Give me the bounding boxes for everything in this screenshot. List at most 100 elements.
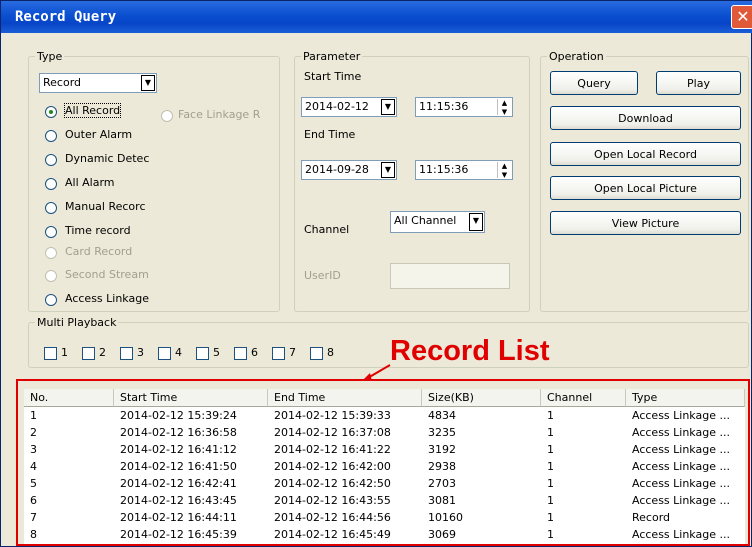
table-cell: 2014-02-12 16:37:08 xyxy=(274,426,391,439)
playback-checkbox[interactable] xyxy=(82,347,95,360)
radio-button[interactable] xyxy=(45,226,57,238)
table-cell: 8 xyxy=(30,528,37,541)
table-row[interactable]: 8 2014-02-12 16:45:39 2014-02-12 16:45:49 3… xyxy=(24,527,745,544)
spin-arrows-icon[interactable]: ▲ ▼ xyxy=(497,162,511,179)
record-query-window: Record Query ✕ Type Record ▼ All Record O… xyxy=(0,0,752,547)
playback-checkbox[interactable] xyxy=(120,347,133,360)
table-cell: 2 xyxy=(30,426,37,439)
table-cell: Access Linkage ... xyxy=(632,409,730,422)
column-header[interactable]: No. xyxy=(24,389,114,407)
table-cell: 1 xyxy=(547,460,554,473)
channel-select[interactable]: All Channel ▼ xyxy=(390,211,485,233)
close-icon[interactable]: ✕ xyxy=(731,5,752,29)
record-list-table[interactable]: No. Start Time End Time Size(KB) Channel Type… xyxy=(24,389,745,544)
playback-checkbox-label: 8 xyxy=(327,346,334,359)
playback-checkbox-label: 5 xyxy=(213,346,220,359)
open-local-record-button[interactable]: Open Local Record xyxy=(550,142,741,166)
table-cell: 3235 xyxy=(428,426,456,439)
table-row[interactable]: 5 2014-02-12 16:42:41 2014-02-12 16:42:50 2… xyxy=(24,476,745,493)
radio-label: Card Record xyxy=(65,245,133,258)
playback-checkbox[interactable] xyxy=(234,347,247,360)
chevron-down-icon[interactable]: ▼ xyxy=(469,213,483,231)
table-cell: 2014-02-12 16:41:12 xyxy=(120,443,237,456)
start-date-value: 2014-02-12 xyxy=(305,100,369,113)
table-cell: Access Linkage ... xyxy=(632,426,730,439)
table-cell: 2014-02-12 15:39:33 xyxy=(274,409,391,422)
radio-face-linkage[interactable] xyxy=(161,110,173,122)
radio-button[interactable] xyxy=(45,270,57,282)
start-time-field[interactable]: 11:15:36 ▲ ▼ xyxy=(415,97,513,117)
type-select-value: Record xyxy=(43,76,82,89)
playback-checkbox[interactable] xyxy=(44,347,57,360)
radio-button[interactable] xyxy=(45,130,57,142)
table-cell: 7 xyxy=(30,511,37,524)
table-row[interactable]: 4 2014-02-12 16:41:50 2014-02-12 16:42:00 2… xyxy=(24,459,745,476)
radio-button[interactable] xyxy=(45,247,57,259)
table-cell: 3192 xyxy=(428,443,456,456)
radio-button[interactable] xyxy=(45,178,57,190)
table-cell: 3081 xyxy=(428,494,456,507)
start-date-picker[interactable]: 2014-02-12 ▼ xyxy=(301,97,397,117)
table-row[interactable]: 7 2014-02-12 16:44:11 2014-02-12 16:44:56 1… xyxy=(24,510,745,527)
table-row[interactable]: 3 2014-02-12 16:41:12 2014-02-12 16:41:22 3… xyxy=(24,442,745,459)
view-picture-button[interactable]: View Picture xyxy=(550,211,741,235)
radio-label: Outer Alarm xyxy=(65,128,133,141)
table-row[interactable]: 2 2014-02-12 16:36:58 2014-02-12 16:37:08 3… xyxy=(24,425,745,442)
playback-checkbox[interactable] xyxy=(272,347,285,360)
download-button[interactable]: Download xyxy=(550,106,741,130)
table-cell: 1 xyxy=(547,477,554,490)
table-cell: 3 xyxy=(30,443,37,456)
table-cell: Access Linkage ... xyxy=(632,443,730,456)
table-cell: 4 xyxy=(30,460,37,473)
play-button[interactable]: Play xyxy=(656,71,741,95)
parameter-legend: Parameter xyxy=(303,50,361,63)
chevron-down-icon[interactable]: ▼ xyxy=(141,75,155,91)
userid-label: UserID xyxy=(304,269,341,282)
end-time-field[interactable]: 11:15:36 ▲ ▼ xyxy=(415,160,513,180)
column-header[interactable]: Type xyxy=(626,389,745,407)
table-cell: Access Linkage ... xyxy=(632,460,730,473)
table-cell: 1 xyxy=(547,426,554,439)
channel-label: Channel xyxy=(304,223,350,236)
playback-checkbox[interactable] xyxy=(310,347,323,360)
column-header[interactable]: End Time xyxy=(268,389,422,407)
chevron-down-icon[interactable]: ▼ xyxy=(381,162,395,178)
column-header[interactable]: Channel xyxy=(541,389,626,407)
userid-input[interactable] xyxy=(390,263,510,289)
table-cell: Access Linkage ... xyxy=(632,494,730,507)
chevron-down-icon[interactable]: ▼ xyxy=(381,99,395,115)
table-cell: 2014-02-12 16:42:00 xyxy=(274,460,391,473)
multi-playback-legend: Multi Playback xyxy=(37,316,117,329)
end-time-label: End Time xyxy=(304,128,356,141)
radio-button[interactable] xyxy=(45,106,57,118)
playback-checkbox[interactable] xyxy=(158,347,171,360)
query-button[interactable]: Query xyxy=(550,71,638,95)
table-cell: 1 xyxy=(547,443,554,456)
title-bar[interactable]: Record Query ✕ xyxy=(1,1,752,33)
playback-checkbox-label: 7 xyxy=(289,346,296,359)
playback-checkbox-label: 3 xyxy=(137,346,144,359)
spin-arrows-icon[interactable]: ▲ ▼ xyxy=(497,99,511,116)
column-header[interactable]: Start Time xyxy=(114,389,268,407)
table-cell: 2014-02-12 16:41:22 xyxy=(274,443,391,456)
table-cell: 2014-02-12 16:44:56 xyxy=(274,511,391,524)
table-cell: Access Linkage ... xyxy=(632,528,730,541)
table-row[interactable]: 1 2014-02-12 15:39:24 2014-02-12 15:39:33 4… xyxy=(24,408,745,425)
table-cell: 2938 xyxy=(428,460,456,473)
type-select[interactable]: Record ▼ xyxy=(39,73,157,93)
start-time-value: 11:15:36 xyxy=(419,100,469,113)
radio-button[interactable] xyxy=(45,202,57,214)
playback-checkbox[interactable] xyxy=(196,347,209,360)
table-cell: 10160 xyxy=(428,511,463,524)
radio-button[interactable] xyxy=(45,154,57,166)
table-row[interactable]: 6 2014-02-12 16:43:45 2014-02-12 16:43:55 3… xyxy=(24,493,745,510)
table-cell: Record xyxy=(632,511,671,524)
table-cell: 2014-02-12 16:36:58 xyxy=(120,426,237,439)
column-header[interactable]: Size(KB) xyxy=(422,389,541,407)
end-date-picker[interactable]: 2014-09-28 ▼ xyxy=(301,160,397,180)
radio-button[interactable] xyxy=(45,294,57,306)
table-cell: 1 xyxy=(547,511,554,524)
open-local-picture-button[interactable]: Open Local Picture xyxy=(550,176,741,200)
playback-checkbox-label: 2 xyxy=(99,346,106,359)
radio-label: All Alarm xyxy=(65,176,115,189)
